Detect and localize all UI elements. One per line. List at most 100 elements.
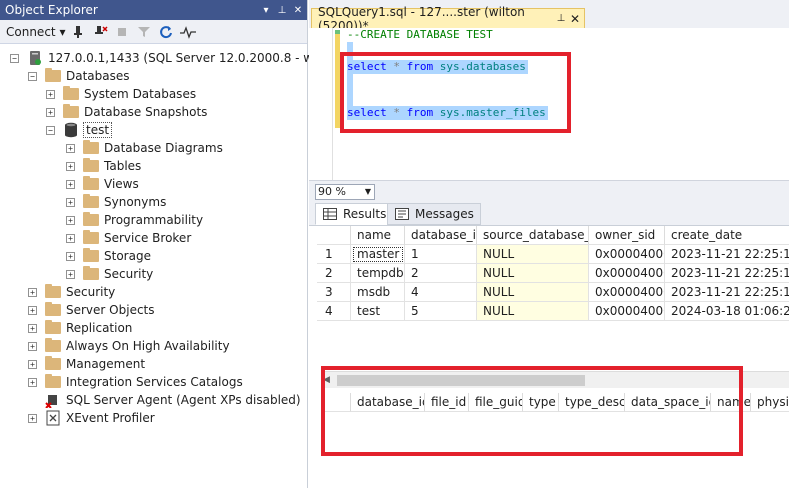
table-cell[interactable]: msdb bbox=[351, 283, 405, 302]
results-tab-strip: Results Messages bbox=[309, 202, 789, 226]
tree-node[interactable]: − Databases bbox=[28, 67, 130, 85]
column-header[interactable]: name bbox=[351, 226, 405, 245]
table-cell[interactable]: 2023-11-21 22:25:11.000 bbox=[665, 264, 789, 283]
column-header[interactable]: owner_sid bbox=[589, 226, 665, 245]
expand-icon[interactable]: + bbox=[66, 161, 75, 171]
table-cell[interactable]: 0x00004000 bbox=[589, 302, 665, 321]
filter-icon[interactable] bbox=[135, 23, 153, 41]
tree-node[interactable]: + Views bbox=[66, 175, 139, 193]
table-cell[interactable]: NULL bbox=[477, 245, 589, 264]
tree-node[interactable]: + System Databases bbox=[46, 85, 196, 103]
tree-node[interactable]: − 127.0.0.1,1433 (SQL Server 12.0.2000.8 … bbox=[10, 49, 344, 67]
activity-monitor-icon[interactable] bbox=[179, 23, 197, 41]
table-cell[interactable]: 2024-03-18 01:06:25.000 bbox=[665, 302, 789, 321]
table-cell[interactable]: 1 bbox=[405, 245, 477, 264]
disconnect-icon[interactable] bbox=[91, 23, 109, 41]
row-number[interactable]: 3 bbox=[317, 283, 351, 302]
annotation-box-second-grid bbox=[321, 366, 743, 456]
expand-icon[interactable]: + bbox=[66, 197, 75, 207]
table-cell[interactable]: 2023-11-21 22:25:11.000 bbox=[665, 283, 789, 302]
tree-node[interactable]: + Database Diagrams bbox=[66, 139, 223, 157]
expand-icon[interactable]: + bbox=[28, 377, 37, 387]
pin-icon[interactable]: ⊥ bbox=[275, 5, 289, 16]
tree-node[interactable]: + Storage bbox=[66, 247, 151, 265]
tab-messages-label: Messages bbox=[415, 207, 474, 221]
tree-node[interactable]: + Replication bbox=[28, 319, 132, 337]
connect-button[interactable]: Connect ▾ bbox=[6, 25, 65, 39]
close-icon[interactable]: ✕ bbox=[568, 12, 582, 26]
tree-node[interactable]: + Programmability bbox=[66, 211, 203, 229]
expand-icon[interactable]: + bbox=[66, 233, 75, 243]
tree-node[interactable]: + Integration Services Catalogs bbox=[28, 373, 243, 391]
column-header[interactable]: physical bbox=[751, 393, 789, 412]
expand-icon[interactable]: + bbox=[28, 323, 37, 333]
expand-icon[interactable]: + bbox=[46, 89, 55, 99]
expand-icon[interactable]: + bbox=[66, 269, 75, 279]
connect-plug-icon[interactable] bbox=[69, 23, 87, 41]
folder-icon bbox=[83, 266, 99, 280]
table-cell[interactable]: 0x00004000 bbox=[589, 245, 665, 264]
expand-icon[interactable]: + bbox=[28, 341, 37, 351]
row-number[interactable]: 2 bbox=[317, 264, 351, 283]
zoom-dropdown[interactable]: 90 % ▼ bbox=[315, 183, 375, 200]
agent-icon bbox=[45, 392, 61, 408]
table-cell[interactable]: NULL bbox=[477, 264, 589, 283]
column-header[interactable]: source_database_id bbox=[477, 226, 589, 245]
pin-icon[interactable]: ⊥ bbox=[554, 13, 568, 24]
tree-node[interactable]: − test bbox=[46, 121, 113, 139]
tab-results[interactable]: Results bbox=[315, 203, 394, 225]
expand-icon[interactable]: + bbox=[66, 251, 75, 261]
code-line-comment[interactable]: --CREATE DATABASE TEST bbox=[347, 28, 493, 42]
dropdown-icon[interactable]: ▾ bbox=[259, 5, 273, 16]
table-cell[interactable]: 4 bbox=[405, 283, 477, 302]
stop-icon[interactable] bbox=[113, 23, 131, 41]
row-number[interactable]: 4 bbox=[317, 302, 351, 321]
expand-icon[interactable]: + bbox=[28, 413, 37, 423]
collapse-icon[interactable]: − bbox=[28, 71, 37, 81]
tab-sqlquery1[interactable]: SQLQuery1.sql - 127....ster (wilton (520… bbox=[311, 5, 585, 33]
results-grid-databases[interactable]: namedatabase_idsource_database_idowner_s… bbox=[317, 226, 789, 321]
table-cell[interactable]: 0x00004000 bbox=[589, 283, 665, 302]
expand-icon[interactable]: + bbox=[66, 143, 75, 153]
row-number[interactable]: 1 bbox=[317, 245, 351, 264]
expand-icon[interactable]: + bbox=[28, 287, 37, 297]
tree-node-label: Service Broker bbox=[104, 231, 192, 245]
table-cell[interactable]: 2 bbox=[405, 264, 477, 283]
tree-node[interactable]: + Security bbox=[28, 283, 115, 301]
table-cell[interactable]: 5 bbox=[405, 302, 477, 321]
table-cell[interactable]: master bbox=[351, 245, 405, 264]
tree-node[interactable]: + Security bbox=[66, 265, 153, 283]
table-cell[interactable]: test bbox=[351, 302, 405, 321]
tree-node[interactable]: + Database Snapshots bbox=[46, 103, 207, 121]
refresh-icon[interactable] bbox=[157, 23, 175, 41]
expand-icon[interactable]: + bbox=[28, 359, 37, 369]
table-cell[interactable]: 2023-11-21 22:25:11.000 bbox=[665, 245, 789, 264]
collapse-icon[interactable]: − bbox=[10, 53, 19, 63]
tree-node[interactable]: + Server Objects bbox=[28, 301, 155, 319]
expand-icon[interactable]: + bbox=[28, 305, 37, 315]
tab-messages[interactable]: Messages bbox=[387, 203, 481, 225]
collapse-icon[interactable]: − bbox=[46, 125, 55, 135]
tree-node[interactable]: + Tables bbox=[66, 157, 141, 175]
expand-icon[interactable]: + bbox=[66, 179, 75, 189]
tree-node[interactable]: + Service Broker bbox=[66, 229, 191, 247]
tree-node[interactable]: SQL Server Agent (Agent XPs disabled) bbox=[28, 391, 301, 409]
tree-node-label: Management bbox=[66, 357, 146, 371]
grid-corner[interactable] bbox=[317, 226, 351, 245]
table-cell[interactable]: 0x00004000 bbox=[589, 264, 665, 283]
column-header[interactable]: create_date bbox=[665, 226, 789, 245]
table-cell[interactable]: NULL bbox=[477, 302, 589, 321]
expand-icon[interactable]: + bbox=[66, 215, 75, 225]
table-cell[interactable]: NULL bbox=[477, 283, 589, 302]
tree-node-label: Security bbox=[66, 285, 116, 299]
table-cell[interactable]: tempdb bbox=[351, 264, 405, 283]
connect-label: Connect bbox=[6, 24, 56, 39]
expand-icon[interactable]: + bbox=[46, 107, 55, 117]
tree-node[interactable]: + Management bbox=[28, 355, 145, 373]
tree-node[interactable]: + XEvent Profiler bbox=[28, 409, 155, 427]
close-icon[interactable]: ✕ bbox=[291, 5, 305, 16]
tree-node[interactable]: + Always On High Availability bbox=[28, 337, 230, 355]
tree-node[interactable]: + Synonyms bbox=[66, 193, 166, 211]
folder-icon bbox=[83, 140, 99, 154]
column-header[interactable]: database_id bbox=[405, 226, 477, 245]
